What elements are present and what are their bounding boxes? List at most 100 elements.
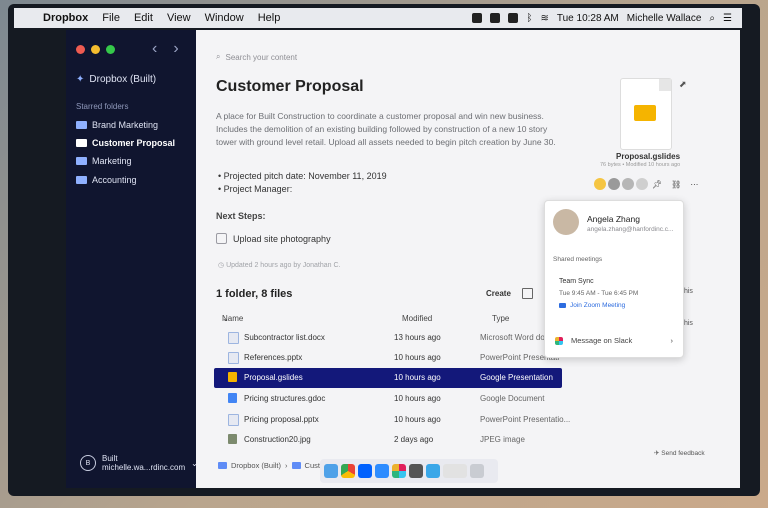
- file-name: Pricing structures.gdoc: [244, 394, 326, 403]
- file-modified: 2 days ago: [394, 435, 434, 444]
- file-name: References.pptx: [244, 353, 303, 362]
- message-on-slack-button[interactable]: Message on Slack ›: [555, 336, 673, 345]
- folder-icon[interactable]: [426, 464, 440, 478]
- status-icon[interactable]: [508, 13, 519, 23]
- folder-description[interactable]: A place for Built Construction to coordi…: [216, 110, 562, 149]
- table-row[interactable]: References.pptx 10 hours ago PowerPoint …: [214, 348, 562, 368]
- gslides-file-icon: [228, 372, 237, 382]
- search-icon: ⌕: [216, 52, 221, 61]
- file-name: Construction20.jpg: [244, 435, 311, 444]
- sidebar-item-marketing[interactable]: Marketing: [76, 156, 132, 166]
- breadcrumb-item[interactable]: Cust: [305, 461, 320, 470]
- table-row[interactable]: Subcontractor list.docx 13 hours ago Mic…: [214, 328, 562, 348]
- app-icon[interactable]: [409, 464, 423, 478]
- dropbox-status-icon[interactable]: [472, 13, 483, 23]
- sidebar-item-customer-proposal[interactable]: Customer Proposal: [76, 138, 175, 148]
- main-content: ⌕ Search your content Customer Proposal …: [196, 30, 740, 488]
- avatar[interactable]: [608, 178, 620, 190]
- avatar[interactable]: [622, 178, 634, 190]
- search-bar[interactable]: ⌕ Search your content: [216, 52, 297, 62]
- wifi-icon[interactable]: ≋: [540, 13, 548, 24]
- note-bullet: Projected pitch date: November 11, 2019: [218, 170, 387, 183]
- file-type: Google Document: [480, 394, 545, 403]
- avatar[interactable]: [636, 178, 648, 190]
- menu-list-icon[interactable]: ☰: [723, 13, 732, 24]
- sidebar: ‹ › ✦ Dropbox (Built) Starred folders Br…: [66, 30, 198, 488]
- pin-icon[interactable]: 📌︎: [652, 180, 662, 189]
- more-icon[interactable]: ⋯: [690, 180, 698, 189]
- menu-window[interactable]: Window: [198, 12, 251, 24]
- task-checkbox[interactable]: [216, 233, 227, 244]
- slack-icon[interactable]: [392, 464, 406, 478]
- task-label: Upload site photography: [233, 233, 331, 244]
- menubar-user[interactable]: Michelle Wallace: [627, 13, 702, 24]
- note-bullet: Project Manager:: [218, 183, 387, 196]
- table-row[interactable]: Pricing proposal.pptx 10 hours ago Power…: [214, 410, 570, 430]
- join-zoom-link[interactable]: Join Zoom Meeting: [559, 302, 625, 309]
- file-icon: [228, 352, 239, 364]
- sidebar-brand[interactable]: ✦ Dropbox (Built): [76, 74, 156, 85]
- folder-icon: [218, 462, 227, 469]
- folder-icon: [76, 176, 87, 184]
- folder-icon: [76, 121, 87, 129]
- trash-icon[interactable]: [470, 464, 484, 478]
- file-modified: 10 hours ago: [394, 373, 441, 382]
- page-title: Customer Proposal: [216, 78, 364, 95]
- chrome-icon[interactable]: [341, 464, 355, 478]
- breadcrumb-item[interactable]: Dropbox (Built): [231, 461, 281, 470]
- clock-icon: ◷: [218, 262, 227, 269]
- search-icon[interactable]: ⌕: [709, 13, 715, 24]
- column-type[interactable]: Type: [492, 314, 509, 323]
- upload-icon[interactable]: [522, 288, 533, 299]
- forward-arrow-icon[interactable]: ›: [173, 40, 178, 58]
- status-icon[interactable]: [490, 13, 501, 23]
- close-window-button[interactable]: [76, 45, 85, 54]
- menu-app[interactable]: Dropbox: [36, 12, 95, 24]
- task-item[interactable]: Upload site photography: [216, 233, 331, 244]
- create-button[interactable]: Create: [486, 289, 511, 298]
- gdoc-file-icon: [228, 393, 237, 403]
- file-preview[interactable]: [620, 78, 672, 150]
- table-row[interactable]: Pricing structures.gdoc 10 hours ago Goo…: [214, 389, 562, 409]
- sidebar-item-accounting[interactable]: Accounting: [76, 175, 137, 185]
- menu-edit[interactable]: Edit: [127, 12, 160, 24]
- preview-file-name: Proposal.gslides: [616, 152, 681, 161]
- search-input[interactable]: Search your content: [225, 53, 297, 62]
- account-name: Built: [102, 454, 118, 463]
- file-modified: 10 hours ago: [394, 353, 441, 362]
- menu-help[interactable]: Help: [251, 12, 288, 24]
- video-camera-icon: [559, 303, 566, 308]
- link-icon[interactable]: ⛓: [671, 180, 681, 189]
- dropbox-logo-icon: ✦: [76, 74, 85, 85]
- brand-label: Dropbox (Built): [89, 74, 157, 85]
- table-row-selected[interactable]: Proposal.gslides 10 hours ago Google Pre…: [214, 368, 562, 388]
- menu-view[interactable]: View: [160, 12, 198, 24]
- avatar: [553, 209, 579, 235]
- member-avatars[interactable]: [594, 178, 648, 190]
- maximize-window-button[interactable]: [106, 45, 115, 54]
- document-icon[interactable]: [443, 464, 467, 478]
- slack-icon: [555, 336, 563, 345]
- clock[interactable]: Tue 10:28 AM: [557, 13, 619, 24]
- file-count: 1 folder, 8 files: [216, 288, 293, 300]
- account-switcher[interactable]: B Built michelle.wa...rdinc.com ⌄: [80, 454, 198, 472]
- dropbox-icon[interactable]: [358, 464, 372, 478]
- column-modified[interactable]: Modified: [402, 314, 432, 323]
- minimize-window-button[interactable]: [91, 45, 100, 54]
- window-controls: [76, 45, 115, 54]
- zoom-icon[interactable]: [375, 464, 389, 478]
- menubar: Dropbox File Edit View Window Help ᛒ ≋ T…: [14, 8, 742, 28]
- finder-icon[interactable]: [324, 464, 338, 478]
- avatar[interactable]: [594, 178, 606, 190]
- meeting-time: Tue 9:45 AM - Tue 6:45 PM: [559, 290, 639, 297]
- sidebar-item-brand-marketing[interactable]: Brand Marketing: [76, 120, 158, 130]
- updated-info: ◷ Updated 2 hours ago by Jonathan C.: [218, 261, 340, 269]
- send-feedback-link[interactable]: ✈ Send feedback: [654, 449, 705, 457]
- open-external-icon[interactable]: ⬈: [679, 79, 687, 90]
- column-name[interactable]: Name ⌄: [222, 314, 243, 323]
- bluetooth-icon[interactable]: ᛒ: [526, 13, 532, 24]
- back-arrow-icon[interactable]: ‹: [152, 40, 157, 58]
- file-type: Microsoft Word docu: [480, 333, 554, 342]
- menu-file[interactable]: File: [95, 12, 127, 24]
- table-row[interactable]: Construction20.jpg 2 days ago JPEG image: [214, 430, 562, 450]
